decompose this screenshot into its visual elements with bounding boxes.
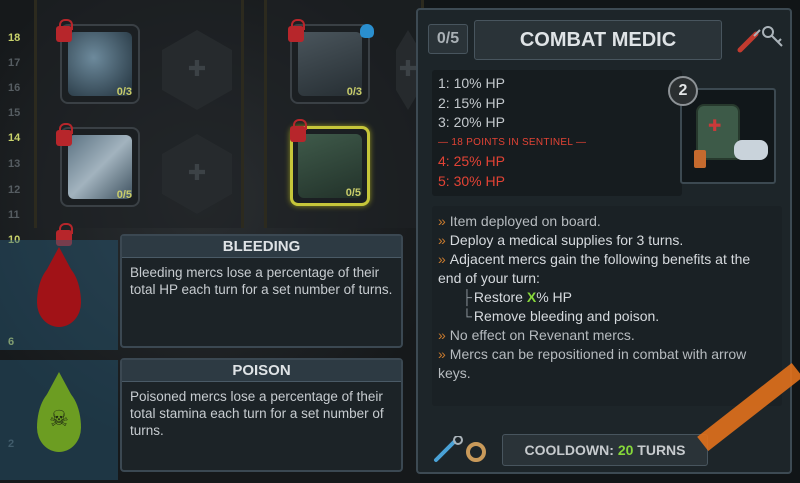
- effect-subline: ├ Restore X% HP: [462, 289, 572, 305]
- bleeding-tooltip: BLEEDING Bleeding mercs lose a percentag…: [120, 234, 403, 348]
- skill-points: 0/3: [346, 86, 362, 98]
- level-number: 15: [8, 107, 21, 119]
- poison-status-icon: ☠: [0, 360, 118, 480]
- tier-line: 2: 15% HP: [438, 94, 505, 111]
- skull-crossbones-icon: ☠: [49, 406, 69, 431]
- lock-icon: [290, 119, 307, 142]
- tooltip-title: POISON: [122, 360, 401, 382]
- skill-points: 0/5: [345, 187, 361, 199]
- lock-icon: [56, 19, 73, 42]
- rank-counter: 0/5: [428, 24, 468, 54]
- effect-line: » No effect on Revenant mercs.: [438, 327, 635, 343]
- effect-line: » Deploy a medical supplies for 3 turns.: [438, 232, 684, 248]
- skill-title: COMBAT MEDIC: [474, 20, 722, 60]
- level-number: 13: [8, 158, 21, 170]
- bleeding-status-icon: [0, 240, 118, 350]
- effect-subline: └ Remove bleeding and poison.: [462, 308, 660, 324]
- skill-slot-heart[interactable]: 0/3: [60, 24, 140, 104]
- lock-icon: [56, 123, 73, 146]
- blood-drop-icon: [37, 263, 81, 327]
- tier-line-locked: 4: 25% HP: [438, 153, 505, 169]
- screwdriver-icon: [737, 29, 761, 53]
- skill-points: 0/5: [116, 189, 132, 201]
- tools-icon: [434, 436, 486, 462]
- tier-line-locked: 5: 30% HP: [438, 172, 505, 189]
- tooltip-title: BLEEDING: [122, 236, 401, 258]
- skill-slot-bandage[interactable]: 0/5: [60, 127, 140, 207]
- effect-line: » Adjacent mercs gain the following benef…: [438, 251, 751, 286]
- poison-drop-icon: ☠: [37, 388, 81, 452]
- lock-icon: [288, 19, 305, 42]
- effect-line: » Item deployed on board.: [438, 213, 601, 229]
- cooldown-value: 20: [617, 442, 634, 458]
- tooltip-text: Bleeding mercs lose a percentage of thei…: [130, 265, 393, 297]
- heal-variable: X: [526, 289, 537, 305]
- level-number: 17: [8, 57, 21, 69]
- tier-line: 1: 10% HP: [438, 75, 505, 91]
- level-number: 14: [8, 132, 21, 144]
- effect-line: » Mercs can be repositioned in combat wit…: [438, 346, 747, 381]
- pill-bottle-icon: [694, 150, 706, 168]
- skill-effects: » Item deployed on board. » Deploy a medic…: [432, 206, 782, 406]
- tier-requirement: — 18 POINTS IN SENTINEL —: [438, 136, 587, 148]
- skill-detail-panel: 0/5 COMBAT MEDIC 1: 10% HP 2: 15% HP 3: …: [416, 8, 792, 474]
- heal-tiers: 1: 10% HP 2: 15% HP 3: 20% HP — 18 POINT…: [432, 70, 682, 196]
- tier-line: 3: 20% HP: [438, 114, 505, 130]
- bandage-roll-icon: [734, 140, 768, 160]
- level-number: 18: [8, 32, 21, 44]
- item-level-badge: 2: [668, 76, 698, 106]
- keys-icon: [762, 26, 783, 47]
- cooldown-indicator: COOLDOWN: 20 TURNS: [502, 434, 708, 466]
- level-number: 11: [8, 209, 20, 221]
- poison-tooltip: POISON Poisoned mercs lose a percentage …: [120, 358, 403, 472]
- skull-icon: [360, 24, 374, 38]
- level-number: 16: [8, 82, 21, 94]
- medical-supplies-image: [680, 88, 776, 184]
- skill-points: 0/3: [116, 86, 132, 98]
- level-number: 12: [8, 184, 21, 196]
- tooltip-text: Poisoned mercs lose a percentage of thei…: [130, 389, 384, 438]
